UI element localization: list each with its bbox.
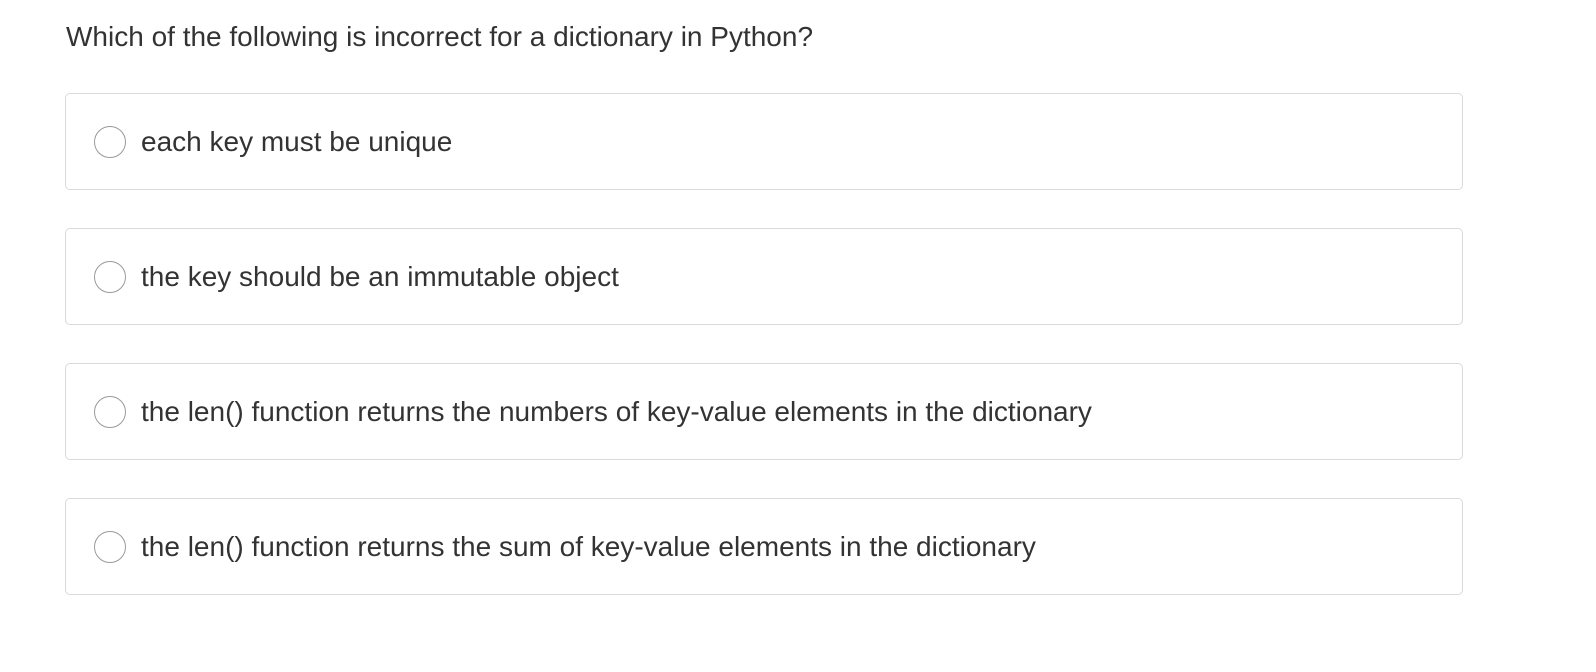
radio-button-icon[interactable] (94, 395, 126, 428)
answer-option-1[interactable]: each key must be unique (65, 93, 1463, 190)
answer-option-label: the key should be an immutable object (141, 260, 619, 292)
answer-option-2[interactable]: the key should be an immutable object (65, 228, 1463, 325)
radio-button-icon[interactable] (94, 530, 126, 563)
radio-button-icon[interactable] (94, 125, 126, 158)
answer-option-label: each key must be unique (141, 125, 453, 157)
radio-button-icon[interactable] (94, 260, 126, 293)
answer-option-label: the len() function returns the sum of ke… (141, 530, 1036, 562)
question-text: Which of the following is incorrect for … (66, 21, 814, 52)
answer-options: each key must be unique the key should b… (65, 93, 1463, 595)
answer-option-3[interactable]: the len() function returns the numbers o… (65, 363, 1463, 460)
answer-option-label: the len() function returns the numbers o… (141, 395, 1092, 427)
answer-option-4[interactable]: the len() function returns the sum of ke… (65, 498, 1463, 595)
